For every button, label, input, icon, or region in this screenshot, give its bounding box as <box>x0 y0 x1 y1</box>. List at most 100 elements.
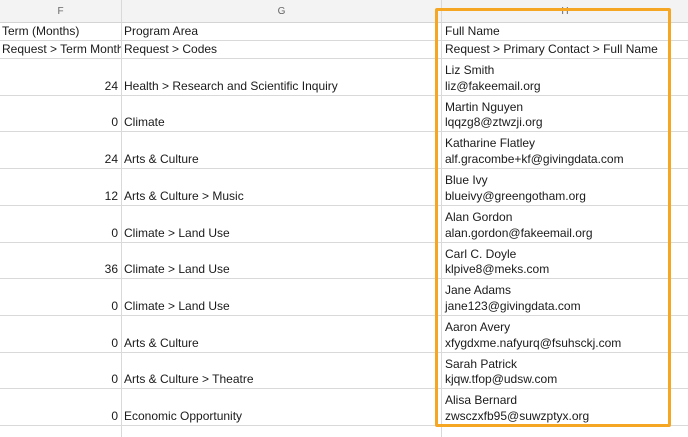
contact-email: lqqzg8@ztwzji.org <box>445 115 543 129</box>
cell-full-name[interactable]: Alan Gordon alan.gordon@fakeemail.org <box>442 206 688 242</box>
cell-text: Climate > Land Use <box>124 299 230 313</box>
cell-full-name[interactable]: Liz Smith liz@fakeemail.org <box>442 59 688 95</box>
table-row: 36 Climate > Land Use Carl C. Doyle klpive8… <box>0 243 688 279</box>
cell-text: 0 <box>111 299 118 313</box>
contact-email: kjqw.tfop@udsw.com <box>445 372 558 386</box>
cell-full-name[interactable]: Alisa Bernard zwsczxfb95@suwzptyx.org <box>442 389 688 425</box>
cell-text: 24 <box>104 79 118 93</box>
table-row: 12 Arts & Culture > Music Blue Ivy blueivy@… <box>0 169 688 206</box>
cell-text: 0 <box>111 336 118 350</box>
cell-text: 0 <box>111 372 118 386</box>
cell-program-area[interactable]: Health > Research and Scientific Inquiry <box>122 59 442 95</box>
cell-full-name[interactable]: Aaron Avery xfygdxme.nafyurq@fsuhsckj.com <box>442 316 688 352</box>
cell-text: Economic Opportunity <box>124 409 243 423</box>
contact-name: Katharine Flatley <box>445 136 536 150</box>
cell-text: Request > Term Month <box>2 42 122 56</box>
cell-text: Health > Research and Scientific Inquiry <box>124 79 338 93</box>
column-header-row: F G H <box>0 0 688 23</box>
cell-term[interactable]: 24 <box>0 132 122 168</box>
cell-term[interactable]: 0 <box>0 206 122 242</box>
column-header-h[interactable]: H <box>442 0 688 22</box>
cell-term[interactable]: 0 <box>0 316 122 352</box>
cell-text: 0 <box>111 409 118 423</box>
table-row: 24 Health > Research and Scientific Inqui… <box>0 59 688 96</box>
cell-text: Program Area <box>124 24 199 38</box>
cell-program-area[interactable]: Arts & Culture <box>122 316 442 352</box>
cell-term-path[interactable]: Request > Term Month <box>0 41 122 58</box>
cell-full-name[interactable]: Katharine Flatley alf.gracombe+kf@givingd… <box>442 132 688 168</box>
empty-row <box>0 426 688 437</box>
cell-text: 0 <box>111 226 118 240</box>
contact-email: alf.gracombe+kf@givingdata.com <box>445 152 624 166</box>
table-row: 0 Climate > Land Use Alan Gordon alan.gordo… <box>0 206 688 243</box>
cell-term-header[interactable]: Term (Months) <box>0 23 122 40</box>
cell-term[interactable]: 0 <box>0 96 122 131</box>
cell-text: Full Name <box>445 24 500 38</box>
cell-program-area[interactable]: Climate > Land Use <box>122 243 442 278</box>
cell-term[interactable]: 0 <box>0 353 122 388</box>
cell-program-area[interactable]: Climate <box>122 96 442 131</box>
cell-program-area[interactable]: Climate > Land Use <box>122 206 442 242</box>
table-row: 0 Climate Martin Nguyen lqqzg8@ztwzji.org <box>0 96 688 132</box>
cell-term[interactable]: 0 <box>0 389 122 425</box>
contact-email: blueivy@greengotham.org <box>445 189 586 203</box>
cell-full-name[interactable]: Carl C. Doyle klpive8@meks.com <box>442 243 688 278</box>
contact-name: Sarah Patrick <box>445 357 518 371</box>
cell-text: 12 <box>104 189 118 203</box>
cell-empty[interactable] <box>442 426 688 437</box>
cell-program-header[interactable]: Program Area <box>122 23 442 40</box>
cell-text: 24 <box>104 152 118 166</box>
table-row: 0 Arts & Culture Aaron Avery xfygdxme.nafyu… <box>0 316 688 353</box>
path-row: Request > Term Month Request > Codes Req… <box>0 41 688 59</box>
table-row: 0 Climate > Land Use Jane Adams jane123@giv… <box>0 279 688 316</box>
contact-name: Liz Smith <box>445 63 495 77</box>
contact-email: liz@fakeemail.org <box>445 79 541 93</box>
cell-fullname-header[interactable]: Full Name <box>442 23 688 40</box>
contact-email: zwsczxfb95@suwzptyx.org <box>445 409 590 423</box>
cell-program-area[interactable]: Arts & Culture <box>122 132 442 168</box>
cell-text: Term (Months) <box>2 24 80 38</box>
cell-text: Climate > Land Use <box>124 262 230 276</box>
cell-text: Arts & Culture > Music <box>124 189 244 203</box>
column-header-g[interactable]: G <box>122 0 442 22</box>
contact-email: xfygdxme.nafyurq@fsuhsckj.com <box>445 336 622 350</box>
contact-name: Alan Gordon <box>445 210 513 224</box>
cell-full-name[interactable]: Sarah Patrick kjqw.tfop@udsw.com <box>442 353 688 388</box>
column-header-f[interactable]: F <box>0 0 122 22</box>
spreadsheet: F G H Term (Months) Program Area Full Na… <box>0 0 688 437</box>
cell-full-name[interactable]: Jane Adams jane123@givingdata.com <box>442 279 688 315</box>
contact-name: Carl C. Doyle <box>445 247 517 261</box>
cell-full-name[interactable]: Blue Ivy blueivy@greengotham.org <box>442 169 688 205</box>
cell-text: Climate <box>124 115 165 129</box>
header-row: Term (Months) Program Area Full Name <box>0 23 688 41</box>
cell-program-area[interactable]: Economic Opportunity <box>122 389 442 425</box>
cell-fullname-path[interactable]: Request > Primary Contact > Full Name <box>442 41 688 58</box>
cell-term[interactable]: 36 <box>0 243 122 278</box>
contact-email: klpive8@meks.com <box>445 262 550 276</box>
table-row: 0 Arts & Culture > Theatre Sarah Patrick kj… <box>0 353 688 389</box>
cell-term[interactable]: 24 <box>0 59 122 95</box>
cell-text: Arts & Culture <box>124 336 199 350</box>
contact-email: alan.gordon@fakeemail.org <box>445 226 593 240</box>
table-row: 0 Economic Opportunity Alisa Bernard zwsczx… <box>0 389 688 426</box>
contact-name: Alisa Bernard <box>445 393 518 407</box>
cell-text: 36 <box>104 262 118 276</box>
cell-text: Arts & Culture <box>124 152 199 166</box>
cell-full-name[interactable]: Martin Nguyen lqqzg8@ztwzji.org <box>442 96 688 131</box>
contact-name: Martin Nguyen <box>445 100 524 114</box>
cell-program-area[interactable]: Arts & Culture > Theatre <box>122 353 442 388</box>
cell-program-area[interactable]: Climate > Land Use <box>122 279 442 315</box>
table-row: 24 Arts & Culture Katharine Flatley alf.gra… <box>0 132 688 169</box>
cell-text: Arts & Culture > Theatre <box>124 372 254 386</box>
cell-text: Climate > Land Use <box>124 226 230 240</box>
cell-text: 0 <box>111 115 118 129</box>
cell-term[interactable]: 0 <box>0 279 122 315</box>
contact-name: Blue Ivy <box>445 173 488 187</box>
cell-program-area[interactable]: Arts & Culture > Music <box>122 169 442 205</box>
contact-email: jane123@givingdata.com <box>445 299 581 313</box>
cell-program-path[interactable]: Request > Codes <box>122 41 442 58</box>
contact-name: Aaron Avery <box>445 320 511 334</box>
cell-empty[interactable] <box>122 426 442 437</box>
cell-term[interactable]: 12 <box>0 169 122 205</box>
cell-empty[interactable] <box>0 426 122 437</box>
